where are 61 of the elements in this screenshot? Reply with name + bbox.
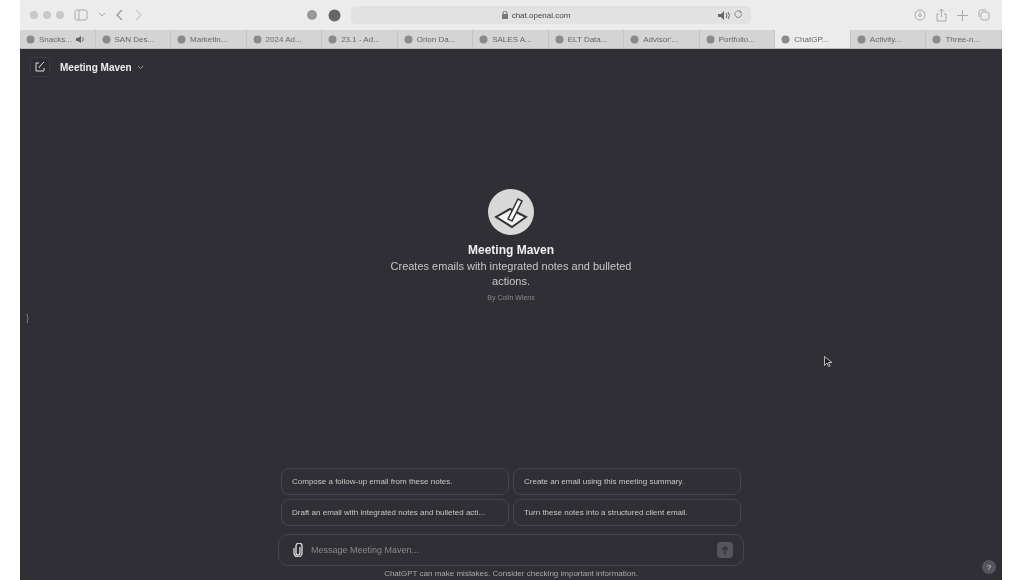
favicon-icon xyxy=(101,34,111,44)
favicon-icon xyxy=(554,34,564,44)
browser-tab[interactable]: Marketin... xyxy=(171,30,247,48)
browser-tab[interactable]: ELT Data... xyxy=(548,30,625,48)
tabs-overview-icon[interactable] xyxy=(978,9,990,21)
favicon-icon xyxy=(856,34,866,44)
compose-icon xyxy=(35,62,45,72)
disclaimer-text: ChatGPT can make mistakes. Consider checking important information. xyxy=(384,569,638,578)
favicon-icon xyxy=(403,34,413,44)
browser-tab[interactable]: ChatGP... xyxy=(775,30,851,48)
favicon-icon xyxy=(781,34,791,44)
download-icon[interactable] xyxy=(914,9,926,21)
message-field[interactable]: Message Meeting Maven... xyxy=(311,543,709,557)
suggestion-button[interactable]: Draft an email with integrated notes and bulleted acti... xyxy=(281,499,509,526)
sidebar-icon[interactable] xyxy=(74,9,88,21)
speaker-icon[interactable] xyxy=(75,35,85,43)
browser-tab[interactable]: Advisor'... xyxy=(624,30,700,48)
browser-tab[interactable]: Three-n... xyxy=(926,30,1002,48)
suggestion-button[interactable]: Turn these notes into a structured client email. xyxy=(513,499,741,526)
browser-tab[interactable]: Orion Da... xyxy=(397,30,474,48)
gpt-avatar-icon xyxy=(488,189,534,235)
favicon-icon xyxy=(252,34,262,44)
arrow-up-icon xyxy=(721,545,729,555)
favicon-icon xyxy=(479,34,489,44)
browser-tab[interactable]: SAN Des... xyxy=(95,30,172,48)
share-icon[interactable] xyxy=(936,8,947,22)
favicon-icon xyxy=(177,34,187,44)
browser-tab[interactable]: Activity... xyxy=(850,30,927,48)
favicon-icon xyxy=(26,34,35,44)
help-button[interactable]: ? xyxy=(982,560,996,574)
back-icon[interactable] xyxy=(116,9,124,21)
favicon-icon xyxy=(630,34,640,44)
favicon-icon xyxy=(705,34,715,44)
gpt-description: Creates emails with integrated notes and bulleted actions. xyxy=(389,259,633,289)
chevron-down-icon[interactable] xyxy=(98,12,106,18)
browser-tab[interactable]: 23.1 - Ad... xyxy=(322,30,398,48)
browser-tab[interactable]: 2024 Ad... xyxy=(246,30,323,48)
speaker-icon[interactable] xyxy=(717,10,730,20)
browser-tab[interactable]: SALES A... xyxy=(473,30,549,48)
new-chat-button[interactable] xyxy=(30,57,50,77)
forward-icon[interactable] xyxy=(134,9,142,21)
extension-icon[interactable] xyxy=(327,8,341,22)
extension-icon[interactable] xyxy=(305,9,318,21)
favicon-icon xyxy=(932,34,942,44)
gpt-selector[interactable]: Meeting Maven xyxy=(60,61,144,73)
lock-icon xyxy=(501,11,508,19)
plus-icon[interactable] xyxy=(957,9,968,21)
reload-icon[interactable] xyxy=(733,10,743,20)
cursor-icon xyxy=(824,356,832,367)
address-bar[interactable]: chat.openai.com xyxy=(350,6,751,24)
attach-icon[interactable] xyxy=(293,543,303,557)
favicon-icon xyxy=(328,34,338,44)
sidebar-toggle[interactable]: } xyxy=(26,313,29,323)
gpt-name: Meeting Maven xyxy=(468,243,554,257)
suggestion-button[interactable]: Compose a follow-up email from these notes. xyxy=(281,468,509,495)
address-text: chat.openai.com xyxy=(511,10,571,20)
suggestion-button[interactable]: Create an email using this meeting summary. xyxy=(513,468,741,495)
send-button[interactable] xyxy=(717,542,733,558)
message-composer[interactable]: Message Meeting Maven... xyxy=(278,534,744,566)
chevron-down-icon xyxy=(136,64,144,70)
browser-tab[interactable]: Snacks... xyxy=(20,30,96,48)
